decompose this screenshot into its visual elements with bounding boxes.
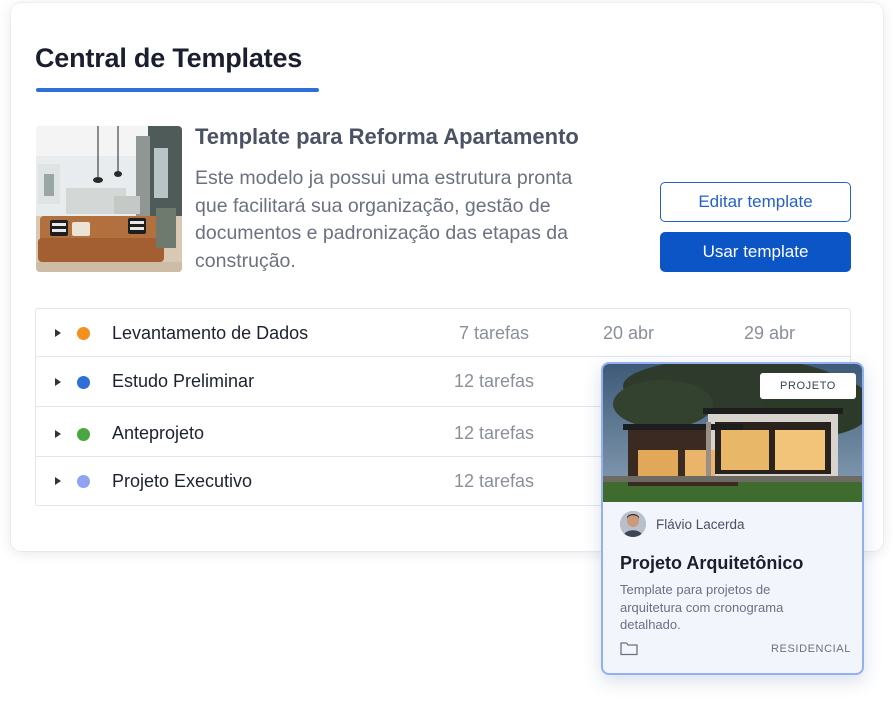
phase-task-count: 12 tarefas [454, 371, 535, 391]
expand-caret-icon[interactable] [55, 430, 61, 438]
folder-icon [620, 641, 638, 656]
project-title: Projeto Arquitetônico [620, 553, 804, 573]
phase-task-count: 12 tarefas [454, 423, 535, 443]
phase-name: Anteprojeto [112, 423, 205, 443]
phase-name: Levantamento de Dados [112, 323, 309, 343]
avatar [620, 511, 646, 537]
status-dot-icon [77, 475, 90, 488]
phase-name: Projeto Executivo [112, 471, 253, 491]
project-description: Template para projetos de arquitetura co… [620, 582, 784, 632]
status-dot-icon [77, 376, 90, 389]
template-description: Este modelo ja possui uma estrutura pron… [195, 167, 573, 272]
template-title: Template para Reforma Apartamento [195, 124, 579, 149]
edit-template-button[interactable]: Editar template [660, 182, 851, 222]
author-name: Flávio Lacerda [656, 517, 745, 532]
page-title: Central de Templates [35, 43, 303, 73]
phase-end-date: 29 abr [744, 323, 796, 343]
use-template-button[interactable]: Usar template [660, 232, 851, 272]
phase-start-date: 20 abr [603, 323, 655, 343]
project-template-card[interactable]: PROJETO Flávio Lacerda Projeto Arquitetô… [601, 362, 864, 675]
project-badge: PROJETO [760, 373, 856, 399]
expand-caret-icon[interactable] [55, 477, 61, 485]
phase-task-count: 12 tarefas [454, 471, 535, 491]
expand-caret-icon[interactable] [55, 378, 61, 386]
table-row[interactable]: Levantamento de Dados 7 tarefas 20 abr 2… [36, 309, 850, 357]
status-dot-icon [77, 327, 90, 340]
category-tag: RESIDENCIAL [771, 643, 851, 655]
expand-caret-icon[interactable] [55, 329, 61, 337]
phase-task-count: 7 tarefas [459, 323, 530, 343]
template-thumbnail [36, 126, 182, 272]
project-image: PROJETO [603, 364, 862, 502]
title-underline [36, 88, 319, 92]
status-dot-icon [77, 428, 90, 441]
phase-name: Estudo Preliminar [112, 371, 255, 391]
